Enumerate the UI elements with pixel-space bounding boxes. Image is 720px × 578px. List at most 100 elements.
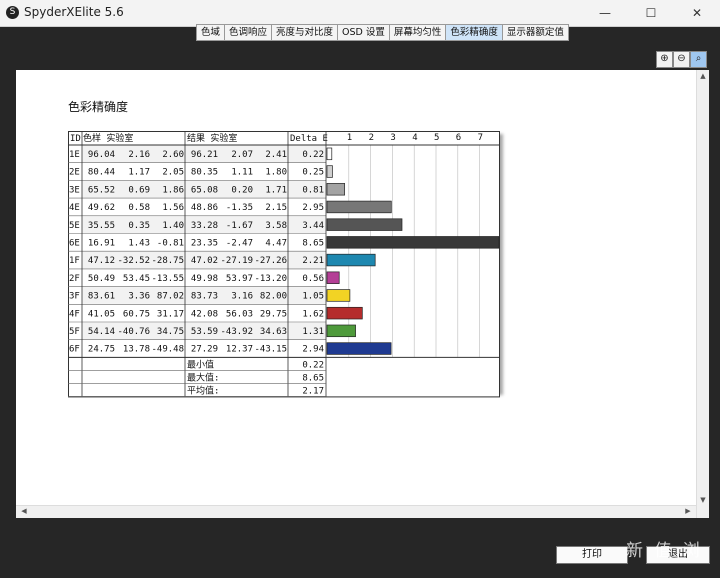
row-id: 4E — [69, 203, 80, 213]
sample-L: 83.61 — [88, 292, 115, 302]
sample-a: 2.16 — [128, 150, 150, 160]
result-a: 53.97 — [226, 274, 253, 284]
delta-e-value: 0.81 — [302, 185, 324, 195]
tab-6[interactable]: 显示器额定值 — [501, 24, 569, 41]
delta-e-value: 1.62 — [302, 309, 324, 319]
result-b: 34.63 — [260, 327, 287, 337]
scale-tick: 2 — [369, 133, 374, 143]
scale-tick: 4 — [412, 133, 417, 143]
sample-a: 53.45 — [123, 274, 150, 284]
result-L: 47.02 — [191, 256, 218, 266]
zoom-fit-icon[interactable]: ⌕ — [690, 51, 707, 68]
sample-b: 1.40 — [162, 221, 184, 231]
sample-L: 24.75 — [88, 345, 115, 355]
color-accuracy-report: ID 色样 实验室 结果 实验室 Delta E 1 2 3 4 5 6 7 1E 96.04 2.16 2… — [68, 131, 500, 398]
result-L: 33.28 — [191, 221, 218, 231]
close-button[interactable]: ✕ — [674, 0, 720, 26]
tab-2[interactable]: 亮度与对比度 — [271, 24, 339, 41]
summary-label: 最小值 — [187, 358, 214, 370]
sample-L: 49.62 — [88, 203, 115, 213]
result-a: 1.11 — [231, 168, 253, 178]
report-table: ID 色样 实验室 结果 实验室 Delta E 1 2 3 4 5 6 7 1E 96.04 2.16 2… — [68, 131, 500, 398]
result-b: 82.00 — [260, 292, 287, 302]
row-id: 3F — [69, 292, 80, 302]
vertical-scrollbar[interactable]: ▲ ▼ — [696, 70, 709, 518]
summary-label: 最大值: — [187, 371, 219, 383]
summary-value: 8.65 — [302, 373, 324, 383]
sample-L: 65.52 — [88, 185, 115, 195]
sample-a: 0.35 — [128, 221, 150, 231]
row-id: 2E — [69, 168, 80, 178]
tab-3[interactable]: OSD 设置 — [337, 24, 390, 41]
sample-b: -13.55 — [151, 274, 184, 284]
summary-value: 0.22 — [302, 360, 324, 370]
result-a: -1.35 — [226, 203, 253, 213]
minimize-button[interactable]: — — [582, 0, 628, 26]
sample-L: 54.14 — [88, 327, 115, 337]
scale-tick: 7 — [478, 133, 483, 143]
delta-e-value: 0.56 — [302, 274, 324, 284]
tab-4[interactable]: 屏幕均匀性 — [388, 24, 447, 41]
summary-value: 2.17 — [302, 386, 324, 396]
sample-a: -32.52 — [117, 256, 150, 266]
scroll-right-icon[interactable]: ▶ — [682, 507, 694, 515]
sample-L: 16.91 — [88, 239, 115, 249]
sample-b: -28.75 — [151, 256, 184, 266]
sample-b: 31.17 — [157, 309, 184, 319]
sample-L: 96.04 — [88, 150, 115, 160]
result-b: 1.71 — [265, 185, 287, 195]
delta-e-bar — [326, 236, 500, 249]
result-b: 1.80 — [265, 168, 287, 178]
scroll-up-icon[interactable]: ▲ — [697, 72, 709, 80]
sample-a: -40.76 — [117, 327, 150, 337]
summary-label: 平均值: — [187, 384, 219, 396]
sample-b: 2.60 — [162, 150, 184, 160]
scale-tick: 5 — [434, 133, 439, 143]
header-id: ID — [70, 134, 81, 144]
delta-e-bar — [326, 183, 346, 196]
delta-e-value: 2.94 — [302, 345, 324, 355]
sample-b: -0.81 — [157, 239, 184, 249]
result-b: 4.47 — [265, 239, 287, 249]
result-a: 56.03 — [226, 309, 253, 319]
delta-e-bar — [326, 253, 376, 267]
tab-1[interactable]: 色调响应 — [224, 24, 273, 41]
result-a: -43.92 — [220, 327, 253, 337]
sample-b: 2.05 — [162, 168, 184, 178]
delta-e-value: 2.21 — [302, 256, 324, 266]
scroll-left-icon[interactable]: ◀ — [18, 507, 30, 515]
sample-a: 13.78 — [123, 345, 150, 355]
delta-e-bar — [326, 306, 363, 320]
header-sample: 色样 实验室 — [83, 132, 133, 144]
delta-e-bar — [326, 324, 356, 338]
result-a: 2.07 — [231, 150, 253, 160]
result-L: 53.59 — [191, 327, 218, 337]
zoom-out-icon[interactable]: ⊖ — [673, 51, 690, 68]
report-title: 色彩精确度 — [68, 100, 129, 114]
delta-e-value: 0.25 — [302, 168, 324, 178]
delta-e-value: 0.22 — [302, 150, 324, 160]
result-L: 27.29 — [191, 345, 218, 355]
horizontal-scrollbar[interactable]: ◀ ▶ — [16, 505, 696, 518]
sample-a: 60.75 — [123, 309, 150, 319]
result-a: -2.47 — [226, 239, 253, 249]
sample-a: 0.58 — [128, 203, 150, 213]
sample-L: 41.05 — [88, 309, 115, 319]
delta-e-bar — [326, 147, 333, 161]
title-bar: S SpyderXElite 5.6 — ☐ ✕ — [0, 0, 720, 27]
delta-e-bar — [326, 165, 333, 178]
tab-0[interactable]: 色域 — [196, 24, 226, 41]
tab-5[interactable]: 色彩精确度 — [445, 24, 503, 41]
report-panel: 色彩精确度 ID 色样 实验室 结果 实验室 Delta E 1 2 3 4 5 6 7 1E 96.0… — [16, 70, 696, 518]
row-id: 5E — [69, 221, 80, 231]
result-a: -1.67 — [226, 221, 253, 231]
maximize-button[interactable]: ☐ — [628, 0, 674, 26]
row-id: 3E — [69, 185, 80, 195]
scroll-down-icon[interactable]: ▼ — [697, 496, 709, 504]
sample-L: 47.12 — [88, 256, 115, 266]
sample-L: 50.49 — [88, 274, 115, 284]
row-id: 5F — [69, 327, 80, 337]
zoom-in-icon[interactable]: ⊕ — [656, 51, 673, 68]
result-L: 65.08 — [191, 185, 218, 195]
print-button[interactable]: 打印 — [556, 546, 628, 564]
